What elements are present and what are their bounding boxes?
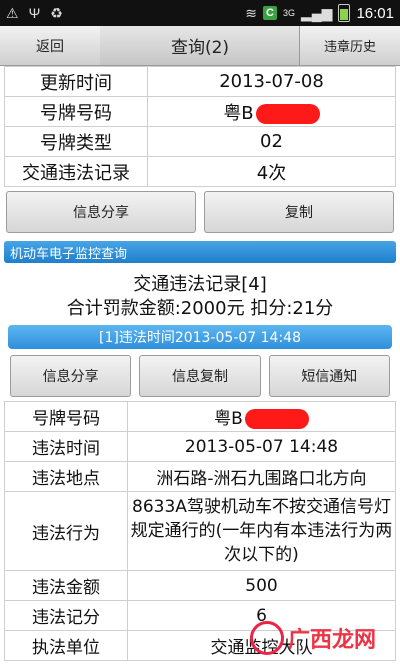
row-label: 号牌号码: [4, 401, 128, 432]
clock: 16:01: [356, 4, 394, 22]
row-value: 2013-05-07 14:48: [127, 431, 396, 462]
table-row: 违法行为 8633A驾驶机动车不按交通信号灯规定通行的(一年内有本违法行为两次以…: [4, 491, 396, 571]
row-value: 02: [147, 126, 396, 157]
row-value: 8633A驾驶机动车不按交通信号灯规定通行的(一年内有本违法行为两次以下的): [127, 491, 396, 571]
row-label: 执法单位: [4, 630, 128, 661]
signal-icon: ▂▄▆: [301, 5, 333, 21]
plate-value: 粤B: [127, 401, 396, 432]
violation-summary: 交通违法记录[4] 合计罚款金额:2000元 扣分:21分: [0, 273, 400, 321]
violation-history-button[interactable]: 违章历史: [299, 26, 400, 65]
detail-copy-button[interactable]: 信息复制: [139, 355, 261, 397]
row-value: 2013-07-08: [147, 66, 396, 97]
mute-icon: ≋: [245, 5, 257, 21]
table-row: 违法时间 2013-05-07 14:48: [4, 431, 396, 462]
summary-totals: 合计罚款金额:2000元 扣分:21分: [66, 298, 334, 319]
redaction-mark: [244, 409, 309, 429]
sms-notify-button[interactable]: 短信通知: [268, 355, 390, 397]
row-label: 违法地点: [4, 461, 128, 492]
plate-text: 粤B: [223, 102, 254, 124]
status-bar: ⚠ Ψ ♻ ≋ C 3G ▂▄▆ 16:01: [0, 0, 400, 26]
row-value: 500: [127, 570, 396, 601]
share-info-button[interactable]: 信息分享: [6, 191, 196, 233]
row-label: 违法时间: [4, 431, 128, 462]
top-button-row: 信息分享 复制: [0, 187, 400, 237]
detail-share-button[interactable]: 信息分享: [10, 355, 132, 397]
back-button[interactable]: 返回: [0, 26, 101, 65]
row-label: 更新时间: [4, 66, 148, 97]
section-header: 机动车电子监控查询: [4, 241, 396, 263]
summary-count: 交通违法记录[4]: [133, 274, 267, 295]
table-row: 号牌号码 粤B: [4, 96, 396, 127]
row-value: 4次: [147, 156, 396, 187]
plate-value: 粤B: [147, 96, 396, 127]
row-label: 违法记分: [4, 600, 128, 631]
network-type: 3G: [282, 7, 295, 18]
row-label: 号牌类型: [4, 126, 148, 157]
table-row: 交通违法记录 4次: [4, 156, 396, 187]
table-row: 违法金额 500: [4, 570, 396, 601]
watermark-text: 广西龙网: [288, 628, 377, 653]
app-c-icon: C: [262, 6, 277, 20]
recycle-icon: ♻: [50, 5, 63, 21]
row-label: 违法金额: [4, 570, 128, 601]
table-row: 更新时间 2013-07-08: [4, 66, 396, 97]
table-row: 号牌号码 粤B: [4, 401, 396, 432]
page-title: 查询(2): [100, 26, 300, 65]
watermark: 广西龙网: [250, 616, 380, 660]
row-label: 号牌号码: [4, 96, 148, 127]
violation-header[interactable]: [1]违法时间2013-05-07 14:48: [8, 325, 392, 349]
redaction-mark: [255, 103, 320, 124]
copy-button[interactable]: 复制: [204, 191, 394, 233]
row-value: 洲石路-洲石九围路口北方向: [127, 461, 396, 492]
battery-icon: [338, 4, 351, 22]
row-label: 违法行为: [4, 491, 128, 571]
row-label: 交通违法记录: [4, 156, 148, 187]
plate-text: 粤B: [214, 409, 243, 429]
usb-icon: Ψ: [28, 5, 41, 21]
watermark-logo-icon: [250, 621, 284, 655]
nav-bar: 返回 查询(2) 违章历史: [0, 26, 400, 66]
table-row: 号牌类型 02: [4, 126, 396, 157]
vehicle-info-table: 更新时间 2013-07-08 号牌号码 粤B 号牌类型 02 交通违法记录 4…: [4, 66, 396, 187]
detail-button-row: 信息分享 信息复制 短信通知: [0, 349, 400, 401]
warning-icon: ⚠: [6, 5, 19, 21]
table-row: 违法地点 洲石路-洲石九围路口北方向: [4, 461, 396, 492]
